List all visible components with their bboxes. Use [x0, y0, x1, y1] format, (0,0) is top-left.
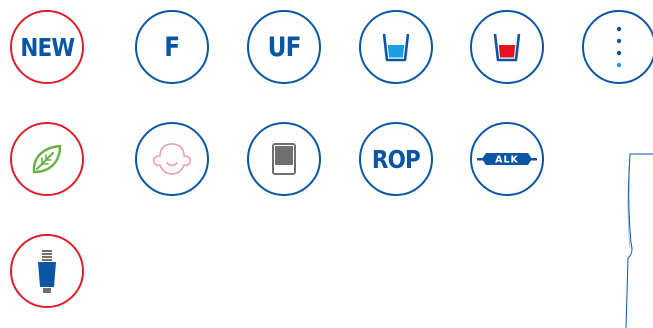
rop-badge-label: ROP	[371, 144, 421, 174]
alk-badge-label: ALK	[495, 155, 519, 166]
baby-face-icon	[152, 143, 192, 175]
vertical-dots-icon	[616, 26, 622, 68]
new-badge[interactable]: NEW	[10, 10, 84, 84]
uf-badge-label: UF	[267, 31, 301, 63]
alkaline-badge[interactable]: ALK	[470, 122, 544, 196]
rop-badge[interactable]: ROP	[359, 122, 433, 196]
leaf-icon	[32, 144, 62, 174]
f-filter-badge[interactable]: F	[135, 10, 209, 84]
filter-block-badge[interactable]	[247, 122, 321, 196]
cartridge-badge[interactable]	[10, 234, 84, 308]
f-badge-label: F	[164, 31, 180, 63]
alk-bar-icon: ALK	[477, 153, 537, 166]
red-water-glass-badge[interactable]	[470, 10, 544, 84]
eco-leaf-badge[interactable]	[10, 122, 84, 196]
more-options-badge[interactable]	[582, 10, 653, 84]
baby-safe-badge[interactable]	[135, 122, 209, 196]
filter-block-icon	[272, 143, 296, 175]
blue-water-glass-badge[interactable]	[359, 10, 433, 84]
uf-filter-badge[interactable]: UF	[247, 10, 321, 84]
glass-red-water-icon	[493, 33, 521, 62]
glass-blue-water-icon	[382, 33, 410, 62]
cartridge-icon	[38, 250, 56, 293]
new-badge-label: NEW	[20, 32, 75, 62]
partial-device-outline	[625, 153, 653, 328]
